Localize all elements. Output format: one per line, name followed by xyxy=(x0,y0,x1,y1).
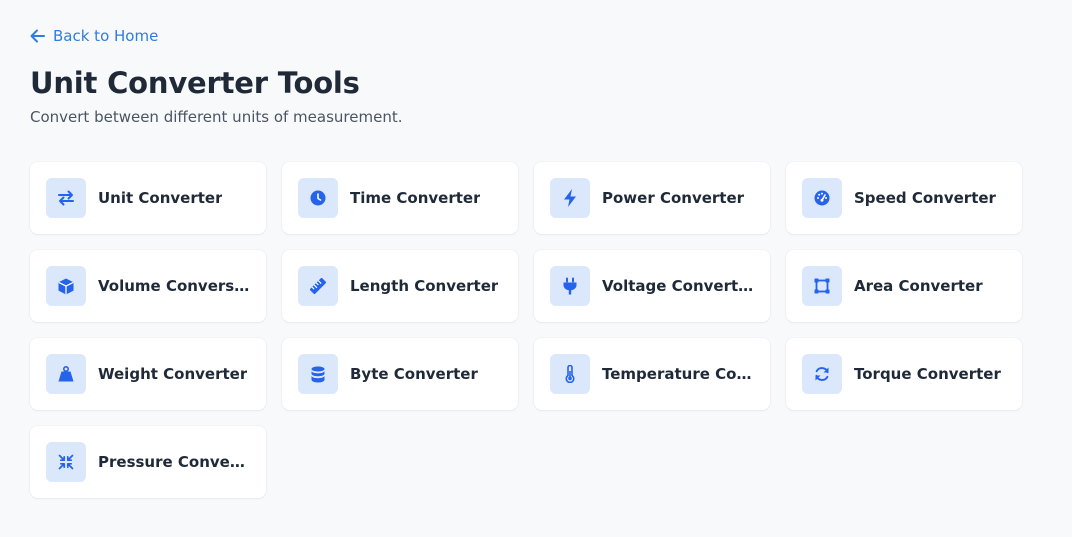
tool-card-pressure-conversion[interactable]: Pressure Conversion xyxy=(30,426,266,498)
page-subtitle: Convert between different units of measu… xyxy=(30,108,403,126)
back-to-home-link[interactable]: Back to Home xyxy=(30,26,158,46)
vector-square-icon xyxy=(802,266,842,306)
tool-card-label: Area Converter xyxy=(854,277,983,295)
tool-card-volume-conversion[interactable]: Volume Conversion xyxy=(30,250,266,322)
database-icon xyxy=(298,354,338,394)
tool-card-label: Volume Conversion xyxy=(98,277,250,295)
speedometer-icon xyxy=(802,178,842,218)
tool-card-length-converter[interactable]: Length Converter xyxy=(282,250,518,322)
thermometer-icon xyxy=(550,354,590,394)
compress-icon xyxy=(46,442,86,482)
tool-card-label: Power Converter xyxy=(602,189,745,207)
tool-card-torque-converter[interactable]: Torque Converter xyxy=(786,338,1022,410)
tool-card-label: Temperature Conv... xyxy=(602,365,754,383)
tool-card-label: Pressure Conversion xyxy=(98,453,250,471)
arrow-left-icon xyxy=(30,29,45,43)
tool-card-label: Length Converter xyxy=(350,277,499,295)
tool-card-label: Weight Converter xyxy=(98,365,248,383)
tool-card-label: Voltage Converter xyxy=(602,277,754,295)
tool-card-label: Time Converter xyxy=(350,189,481,207)
tool-card-voltage-converter[interactable]: Voltage Converter xyxy=(534,250,770,322)
ruler-icon xyxy=(298,266,338,306)
tools-grid: Unit Converter Time Converter Power Conv… xyxy=(30,162,1042,498)
tool-card-byte-converter[interactable]: Byte Converter xyxy=(282,338,518,410)
tool-card-weight-converter[interactable]: Weight Converter xyxy=(30,338,266,410)
tool-card-label: Unit Converter xyxy=(98,189,223,207)
tool-card-area-converter[interactable]: Area Converter xyxy=(786,250,1022,322)
weight-icon xyxy=(46,354,86,394)
tool-card-power-converter[interactable]: Power Converter xyxy=(534,162,770,234)
tool-card-speed-converter[interactable]: Speed Converter xyxy=(786,162,1022,234)
cube-icon xyxy=(46,266,86,306)
tool-card-label: Speed Converter xyxy=(854,189,996,207)
tool-card-temperature-converter[interactable]: Temperature Conv... xyxy=(534,338,770,410)
tool-card-label: Torque Converter xyxy=(854,365,1001,383)
page: Back to Home Unit Converter Tools Conver… xyxy=(0,0,1072,537)
rotate-icon xyxy=(802,354,842,394)
tool-card-unit-converter[interactable]: Unit Converter xyxy=(30,162,266,234)
plug-icon xyxy=(550,266,590,306)
back-link-label: Back to Home xyxy=(53,27,159,45)
page-title: Unit Converter Tools xyxy=(30,66,360,100)
arrows-exchange-icon xyxy=(46,178,86,218)
tool-card-time-converter[interactable]: Time Converter xyxy=(282,162,518,234)
lightning-bolt-icon xyxy=(550,178,590,218)
clock-icon xyxy=(298,178,338,218)
tool-card-label: Byte Converter xyxy=(350,365,478,383)
